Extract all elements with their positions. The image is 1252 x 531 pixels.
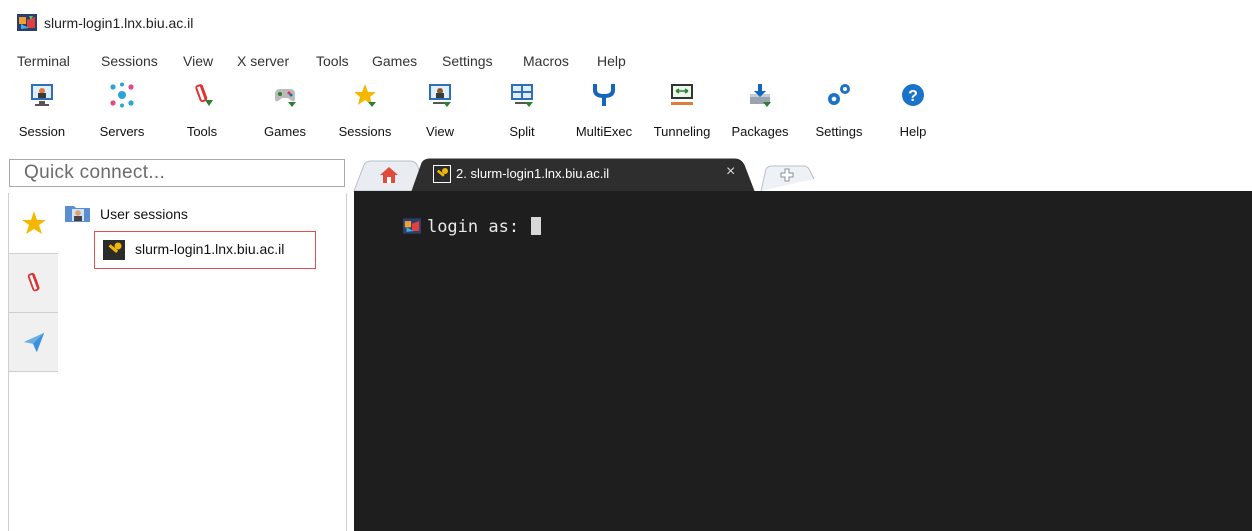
menu-view[interactable]: View	[183, 53, 213, 69]
quick-connect-input[interactable]: Quick connect...	[9, 159, 345, 187]
sidebar-tab-macros[interactable]	[9, 313, 58, 372]
split-icon	[511, 84, 533, 107]
tab-close-button[interactable]: ×	[726, 163, 735, 181]
gears-icon	[828, 84, 850, 105]
tools-icon	[27, 272, 40, 292]
terminal-pane[interactable]: login as:	[354, 191, 1252, 531]
window-title: slurm-login1.lnx.biu.ac.il	[44, 15, 194, 31]
terminal-cursor	[531, 217, 542, 235]
session-item-label: slurm-login1.lnx.biu.ac.il	[135, 241, 285, 257]
menu-help[interactable]: Help	[597, 53, 626, 69]
settings-button[interactable]: Settings	[808, 78, 870, 148]
toolbar: Session Servers Tools Games Sessions Vie…	[0, 78, 1252, 150]
menu-games[interactable]: Games	[372, 53, 417, 69]
help-label: Help	[899, 124, 927, 139]
terminal-prompt: login as:	[426, 217, 530, 237]
help-icon: ?	[902, 84, 924, 106]
tunneling-button[interactable]: Tunneling	[646, 78, 718, 148]
view-icon	[429, 84, 451, 107]
menu-sessions[interactable]: Sessions	[101, 53, 158, 69]
menu-settings[interactable]: Settings	[442, 53, 493, 69]
tab-session-label: 2. slurm-login1.lnx.biu.ac.il	[456, 166, 610, 181]
packages-label: Packages	[731, 124, 789, 139]
sessions-button[interactable]: Sessions	[333, 78, 397, 148]
menu-x-server[interactable]: X server	[237, 53, 289, 69]
packages-icon	[750, 84, 771, 107]
split-button[interactable]: Split	[502, 78, 542, 148]
tab-home[interactable]	[368, 163, 410, 189]
title-bar: slurm-login1.lnx.biu.ac.il	[0, 0, 1252, 46]
home-icon	[380, 167, 398, 183]
star-icon	[354, 84, 376, 107]
games-button[interactable]: Games	[258, 78, 312, 148]
tunneling-icon	[671, 84, 693, 105]
terminal-line: login as:	[362, 197, 542, 257]
sessions-tree: User sessions slurm-login1.lnx.biu.ac.il	[58, 193, 347, 531]
settings-label: Settings	[815, 124, 863, 139]
tab-strip: 2. slurm-login1.lnx.biu.ac.il ×	[346, 157, 1252, 192]
ssh-key-icon	[103, 240, 125, 260]
sidebar-tabs	[8, 193, 60, 531]
session-icon	[31, 84, 53, 106]
servers-label: Servers	[99, 124, 145, 139]
games-label: Games	[264, 124, 306, 139]
new-tab-button[interactable]	[766, 166, 810, 186]
servers-button[interactable]: Servers	[98, 78, 146, 148]
multiexec-icon	[593, 84, 615, 106]
multiexec-button[interactable]: MultiExec	[567, 78, 641, 148]
sidebar-tab-tools[interactable]	[9, 254, 58, 313]
plus-icon	[780, 168, 794, 182]
svg-text:?: ?	[908, 88, 918, 105]
menu-terminal[interactable]: Terminal	[17, 53, 70, 69]
view-button[interactable]: View	[420, 78, 460, 148]
tools-label: Tools	[186, 124, 218, 139]
session-button[interactable]: Session	[18, 78, 66, 148]
games-icon	[275, 89, 296, 107]
sessions-label: Sessions	[338, 124, 392, 139]
packages-button[interactable]: Packages	[725, 78, 795, 148]
star-icon	[22, 211, 46, 234]
sidebar-tab-sessions[interactable]	[9, 193, 58, 254]
tools-icon	[195, 84, 213, 106]
split-label: Split	[509, 124, 535, 139]
view-label: View	[426, 124, 454, 139]
user-folder-icon	[65, 206, 90, 222]
mobaxterm-logo-icon	[17, 14, 37, 31]
tools-button[interactable]: Tools	[180, 78, 224, 148]
session-item-slurm-login1[interactable]: slurm-login1.lnx.biu.ac.il	[94, 231, 316, 269]
left-edge	[0, 193, 8, 531]
menu-tools[interactable]: Tools	[316, 53, 349, 69]
menu-macros[interactable]: Macros	[523, 53, 569, 69]
mobaxterm-logo-icon	[402, 218, 421, 234]
tab-session-active[interactable]: 2. slurm-login1.lnx.biu.ac.il ×	[430, 160, 740, 188]
tree-root-label: User sessions	[100, 206, 188, 222]
multiexec-label: MultiExec	[575, 124, 633, 139]
session-label: Session	[18, 124, 66, 139]
tunneling-label: Tunneling	[653, 124, 711, 139]
servers-icon	[110, 82, 134, 108]
paper-plane-icon	[23, 332, 45, 353]
help-button[interactable]: ? Help	[892, 78, 934, 148]
ssh-key-icon	[433, 165, 451, 183]
menu-bar: Terminal Sessions View X server Tools Ga…	[0, 51, 1252, 73]
